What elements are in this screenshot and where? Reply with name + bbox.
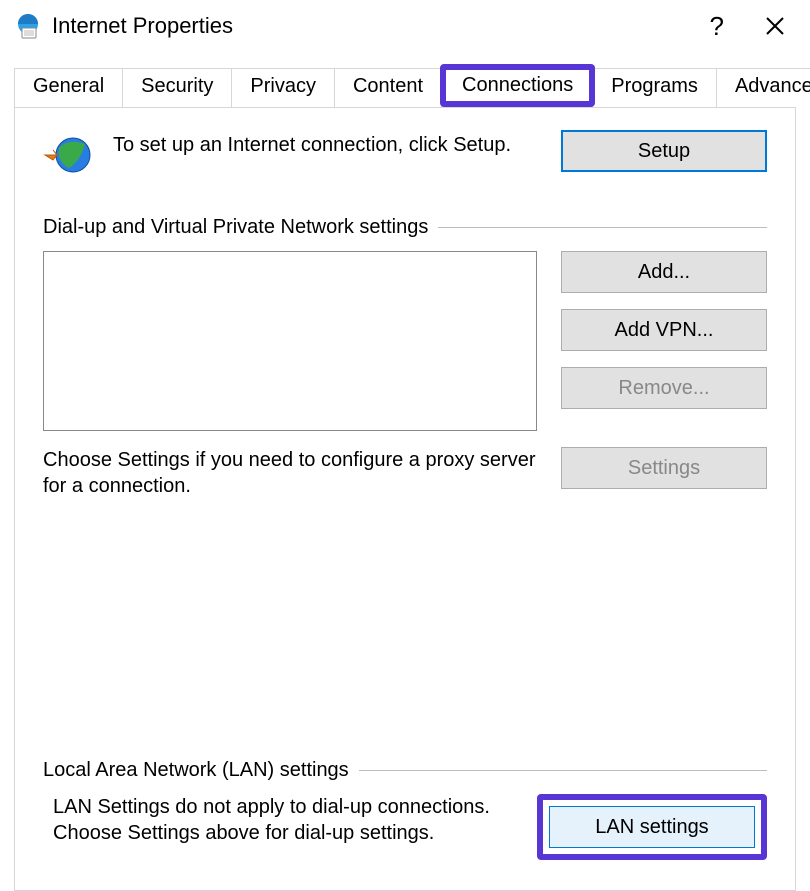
internet-options-icon [14, 12, 42, 40]
tab-security[interactable]: Security [123, 68, 232, 107]
tab-advanced[interactable]: Advanced [717, 68, 810, 107]
tab-connections[interactable]: Connections [440, 64, 595, 107]
setup-button[interactable]: Setup [561, 130, 767, 172]
tab-content[interactable]: Content [335, 68, 442, 107]
window-title: Internet Properties [52, 13, 710, 39]
tab-privacy[interactable]: Privacy [232, 68, 335, 107]
add-button[interactable]: Add... [561, 251, 767, 293]
add-vpn-button[interactable]: Add VPN... [561, 309, 767, 351]
titlebar: Internet Properties ? [0, 0, 810, 56]
intro-text: To set up an Internet connection, click … [113, 130, 541, 158]
divider [359, 770, 767, 771]
choose-settings-text: Choose Settings if you need to configure… [43, 447, 537, 499]
close-button[interactable] [764, 15, 786, 37]
tab-programs[interactable]: Programs [593, 68, 717, 107]
help-button[interactable]: ? [710, 11, 724, 42]
tab-strip: General Security Privacy Content Connect… [14, 68, 796, 107]
lan-heading-label: Local Area Network (LAN) settings [43, 759, 349, 782]
setup-globe-icon [43, 130, 93, 180]
remove-button: Remove... [561, 367, 767, 409]
connections-panel: To set up an Internet connection, click … [14, 107, 796, 891]
dialup-heading-label: Dial-up and Virtual Private Network sett… [43, 216, 428, 239]
lan-highlight: LAN settings [537, 794, 767, 860]
settings-button: Settings [561, 447, 767, 489]
lan-heading: Local Area Network (LAN) settings [43, 759, 767, 782]
divider [438, 227, 767, 228]
tab-general[interactable]: General [14, 68, 123, 107]
lan-description: LAN Settings do not apply to dial-up con… [43, 794, 513, 846]
dialup-heading: Dial-up and Virtual Private Network sett… [43, 216, 767, 239]
lan-settings-button[interactable]: LAN settings [549, 806, 755, 848]
connections-listbox[interactable] [43, 251, 537, 431]
